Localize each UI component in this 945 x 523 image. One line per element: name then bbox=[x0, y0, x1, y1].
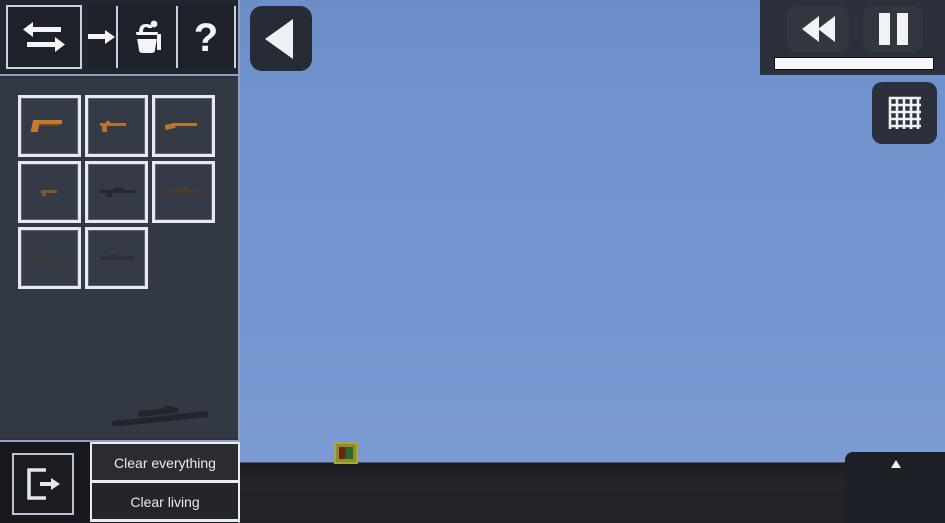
clear-everything-button[interactable]: Clear everything bbox=[92, 444, 238, 480]
rewind-button[interactable] bbox=[787, 6, 849, 52]
exit-door-icon bbox=[27, 468, 60, 500]
weapon-slot[interactable] bbox=[85, 95, 148, 157]
sidebar: ? Clear everything Clear living bbox=[0, 0, 240, 523]
pause-button[interactable] bbox=[863, 6, 923, 52]
game-window: ? Clear everything Clear living bbox=[0, 0, 945, 523]
weapon-sprite-smg bbox=[99, 121, 126, 132]
weapon-sprite-sawed-off-shotgun bbox=[164, 123, 197, 130]
question-mark-icon: ? bbox=[194, 16, 218, 59]
sidebar-toolbar: ? bbox=[0, 0, 238, 76]
weapon-sprite-revolver bbox=[40, 190, 57, 196]
exit-button[interactable] bbox=[12, 453, 74, 515]
scene-object-crate[interactable] bbox=[334, 442, 358, 464]
weapon-slot[interactable] bbox=[18, 161, 81, 223]
weapon-slot[interactable] bbox=[18, 227, 81, 289]
weapon-sprite-sniper-rifle bbox=[166, 188, 201, 193]
pause-icon bbox=[878, 13, 908, 45]
equipped-weapon-preview bbox=[111, 405, 209, 426]
scene-expand-panel[interactable] bbox=[845, 452, 945, 523]
weapon-sprite-pistol bbox=[30, 120, 62, 132]
weapon-slot[interactable] bbox=[152, 95, 215, 157]
arrow-right-icon bbox=[88, 30, 115, 44]
rewind-icon bbox=[801, 16, 835, 42]
triangle-left-icon bbox=[265, 18, 293, 59]
weapon-slot[interactable] bbox=[85, 161, 148, 223]
speed-slider[interactable] bbox=[774, 57, 934, 70]
weapon-sprite-machine-gun bbox=[30, 254, 67, 263]
grid-toggle-button[interactable] bbox=[872, 82, 937, 144]
weapon-slot[interactable] bbox=[152, 161, 215, 223]
toolbar-button-swap[interactable] bbox=[6, 5, 82, 69]
playback-panel bbox=[760, 0, 945, 75]
clear-living-button[interactable]: Clear living bbox=[92, 483, 238, 519]
weapon-sprite-rocket-launcher bbox=[99, 254, 134, 260]
weapon-slot[interactable] bbox=[18, 95, 81, 157]
toolbar-button-paint-bucket[interactable] bbox=[116, 6, 176, 68]
toolbar-button-next[interactable] bbox=[88, 6, 116, 68]
paint-bucket-icon bbox=[135, 20, 161, 53]
swap-arrows-icon bbox=[23, 22, 65, 52]
crate-inner-detail bbox=[339, 447, 353, 459]
weapon-sprite-assault-rifle bbox=[98, 188, 135, 197]
clear-menu: Clear everything Clear living bbox=[90, 442, 240, 522]
triangle-up-icon bbox=[891, 460, 901, 468]
grid-icon bbox=[888, 96, 921, 129]
back-button[interactable] bbox=[250, 6, 312, 71]
weapon-grid bbox=[18, 95, 228, 289]
weapon-slot[interactable] bbox=[85, 227, 148, 289]
toolbar-button-help[interactable]: ? bbox=[176, 6, 236, 68]
sidebar-bottom-bar: Clear everything Clear living bbox=[0, 440, 240, 523]
svg-text:?: ? bbox=[194, 16, 218, 59]
